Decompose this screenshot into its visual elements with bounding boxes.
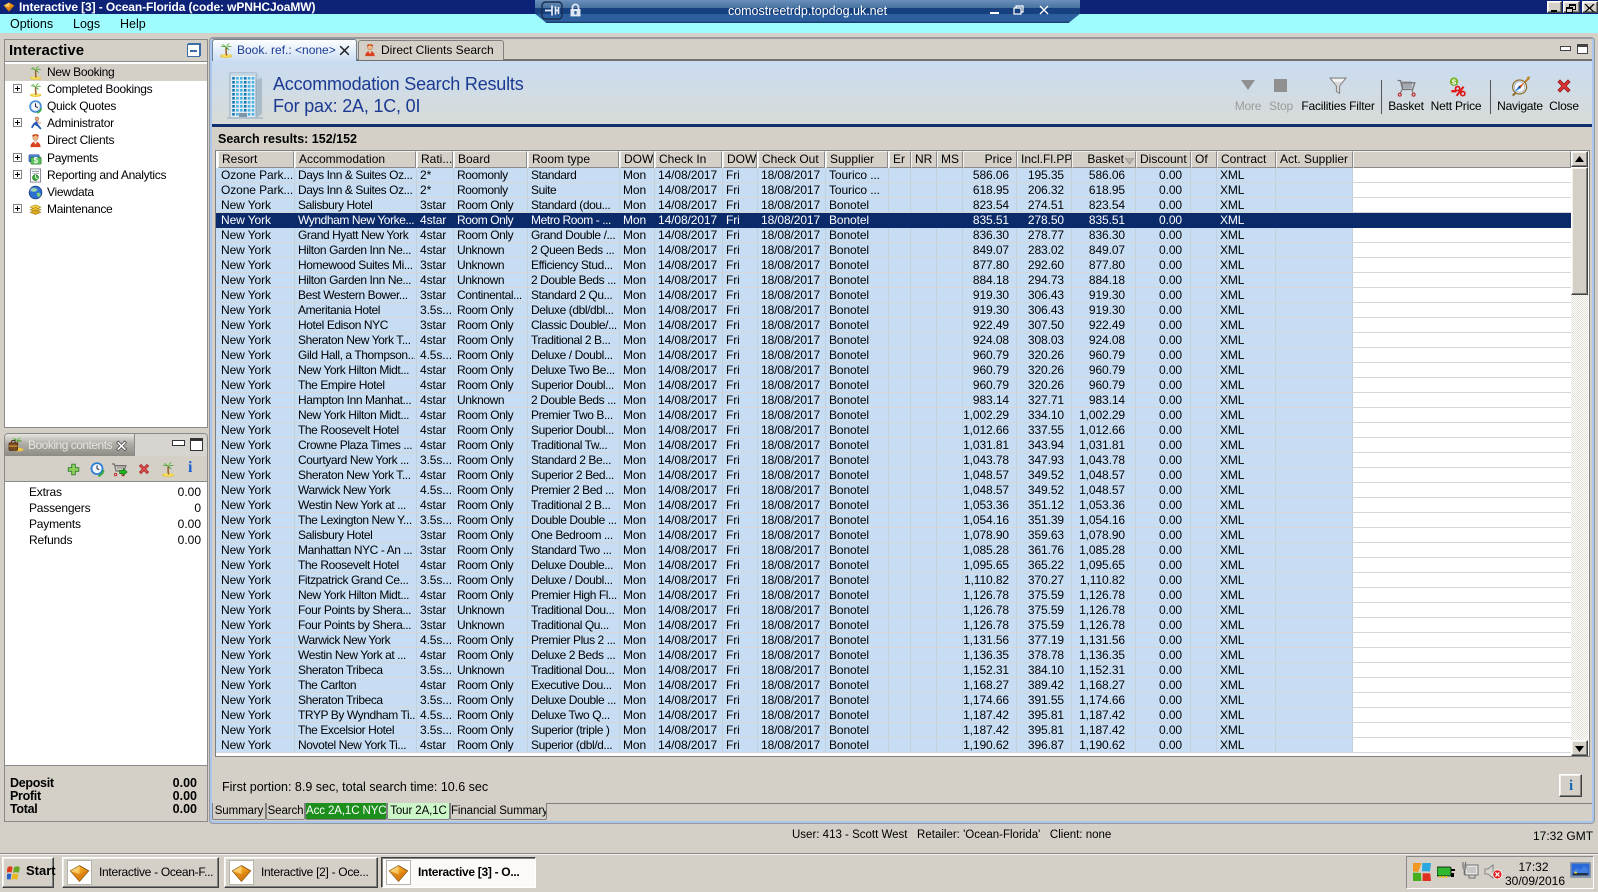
svg-text:$: $ [34, 156, 39, 165]
